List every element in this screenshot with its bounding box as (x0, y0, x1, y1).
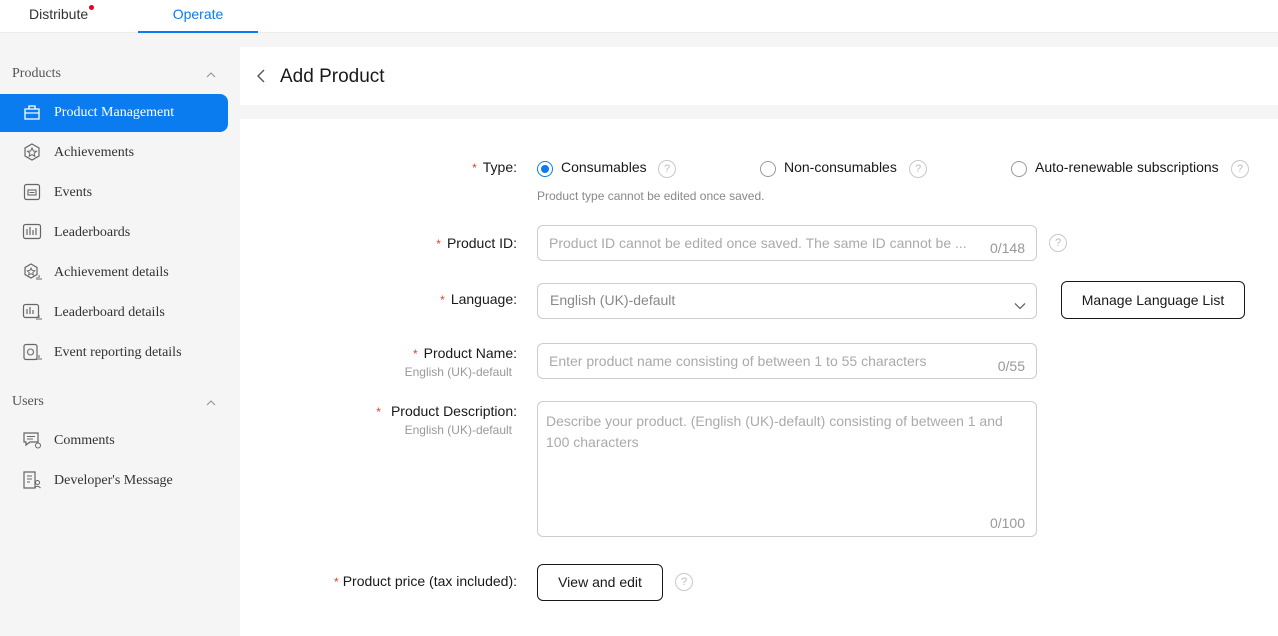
tab-operate-label: Operate (172, 6, 224, 22)
sidebar-item-comments[interactable]: Comments (0, 422, 228, 460)
sidebar-item-label: Events (54, 185, 93, 200)
sidebar-item-achievements[interactable]: Achievements (0, 134, 228, 172)
radio-unselected-icon[interactable] (1011, 161, 1027, 177)
required-mark: * (436, 237, 441, 251)
required-mark: * (472, 161, 477, 175)
tab-distribute[interactable]: Distribute (29, 0, 95, 33)
sidebar-item-label: Achievement details (54, 265, 169, 280)
language-label: * Language: (440, 291, 517, 307)
comments-icon (22, 430, 42, 450)
notification-dot (89, 5, 95, 10)
product-name-char-count: 0/55 (997, 358, 1025, 374)
product-description-language-sublabel: English (UK)-default (404, 423, 512, 437)
sidebar-item-product-management[interactable]: Product Management (0, 94, 228, 132)
radio-label: Non-consumables (784, 159, 897, 175)
product-description-char-count: 0/100 (989, 515, 1025, 531)
radio-unselected-icon[interactable] (760, 161, 776, 177)
product-id-label: * Product ID: (436, 235, 517, 251)
page-title: Add Product (280, 66, 385, 87)
required-mark: * (412, 347, 418, 361)
back-arrow-icon[interactable] (256, 69, 268, 83)
sidebar-item-label: Comments (54, 433, 115, 448)
view-and-edit-button[interactable]: View and edit (537, 564, 663, 601)
sidebar-item-label: Achievements (54, 145, 135, 160)
tab-operate[interactable]: Operate (138, 0, 258, 33)
product-description-label: * Product Description: (376, 403, 517, 419)
help-icon[interactable]: ? (658, 160, 676, 178)
page-header: Add Product (240, 47, 1278, 105)
help-icon[interactable]: ? (1049, 234, 1067, 252)
leaderboard-details-icon (22, 302, 42, 322)
sidebar-item-leaderboards[interactable]: Leaderboards (0, 214, 228, 252)
required-mark: * (440, 293, 445, 307)
help-icon[interactable]: ? (909, 160, 927, 178)
product-id-char-count: 0/148 (989, 240, 1025, 256)
chevron-up-icon[interactable] (206, 70, 216, 80)
leaderboard-icon (22, 222, 42, 242)
product-id-input[interactable]: Product ID cannot be edited once saved. … (537, 225, 1037, 261)
tab-distribute-label: Distribute (29, 6, 89, 22)
achievement-details-icon (22, 262, 42, 282)
sidebar-item-leaderboard-details[interactable]: Leaderboard details (0, 294, 228, 332)
badge-icon (22, 142, 42, 162)
product-name-placeholder: Enter product name consisting of between… (549, 353, 927, 369)
product-description-textarea[interactable]: Describe your product. (English (UK)-def… (537, 401, 1037, 537)
sidebar-item-developers-message[interactable]: Developer's Message (0, 462, 228, 500)
type-label: * Type: (472, 159, 517, 175)
users-group-title[interactable]: Users (12, 394, 44, 410)
radio-selected-icon[interactable] (537, 161, 553, 177)
sidebar-item-label: Leaderboards (54, 225, 131, 240)
product-name-label-text: Product Name: (423, 345, 517, 361)
product-name-language-sublabel: English (UK)-default (404, 365, 512, 379)
manage-language-list-button[interactable]: Manage Language List (1061, 281, 1245, 319)
help-icon[interactable]: ? (1231, 160, 1249, 178)
chevron-down-icon[interactable] (1014, 297, 1026, 310)
type-label-text: Type: (482, 159, 517, 175)
sidebar-item-event-reporting-details[interactable]: Event reporting details (0, 334, 228, 372)
sidebar-item-label: Leaderboard details (54, 305, 165, 320)
sidebar: Products Product Management Achievements… (0, 34, 240, 636)
language-select[interactable]: English (UK)-default (537, 283, 1037, 319)
sidebar-item-label: Event reporting details (54, 345, 182, 360)
product-id-placeholder: Product ID cannot be edited once saved. … (549, 235, 967, 251)
type-hint: Product type cannot be edited once saved… (537, 189, 765, 203)
language-label-text: Language: (450, 291, 517, 307)
product-price-label: * Product price (tax included): (334, 573, 517, 589)
event-icon (22, 182, 42, 202)
product-name-label: * Product Name: (413, 345, 517, 361)
chevron-up-icon[interactable] (206, 398, 216, 408)
help-icon[interactable]: ? (675, 573, 693, 591)
bag-icon (22, 102, 42, 122)
sidebar-item-label: Developer's Message (54, 473, 173, 488)
product-description-placeholder: Describe your product. (English (UK)-def… (546, 413, 1003, 450)
add-product-form: * Type: Consumables ? Non-consumables ? A… (240, 119, 1278, 636)
radio-label: Auto-renewable subscriptions (1035, 159, 1219, 175)
product-id-label-text: Product ID: (446, 235, 517, 251)
product-description-label-text: Product Description: (390, 403, 517, 419)
product-price-label-text: Product price (tax included): (342, 573, 517, 589)
sidebar-item-label: Product Management (54, 105, 175, 120)
developer-message-icon (22, 470, 42, 490)
required-mark: * (376, 405, 381, 419)
products-group-title[interactable]: Products (12, 66, 61, 82)
sidebar-item-events[interactable]: Events (0, 174, 228, 212)
required-mark: * (334, 575, 339, 589)
product-name-input[interactable]: Enter product name consisting of between… (537, 343, 1037, 379)
radio-label: Consumables (561, 159, 647, 175)
top-tab-bar: Distribute Operate (0, 0, 1278, 33)
language-selected-value: English (UK)-default (550, 292, 676, 308)
event-report-icon (22, 342, 42, 362)
sidebar-item-achievement-details[interactable]: Achievement details (0, 254, 228, 292)
